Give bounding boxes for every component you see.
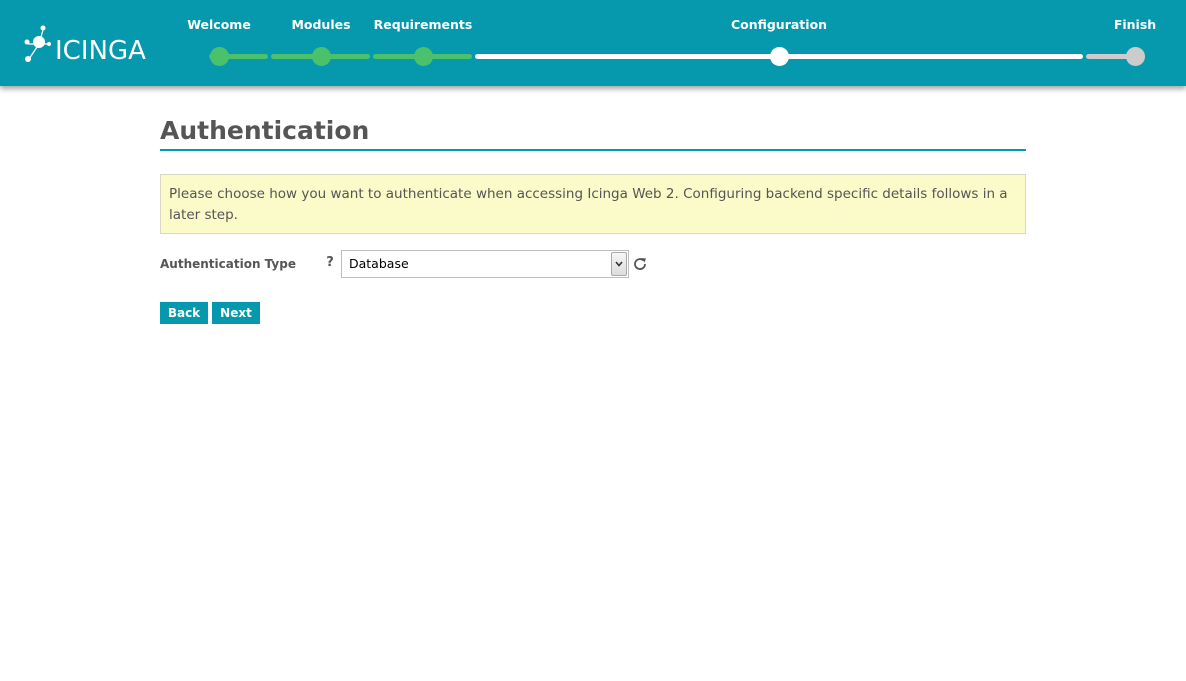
step-label-configuration: Configuration xyxy=(730,17,828,32)
help-icon[interactable]: ? xyxy=(325,255,335,271)
select-dropdown-button[interactable] xyxy=(611,252,627,276)
page-title: Authentication xyxy=(160,116,370,145)
step-dot-modules xyxy=(312,47,331,66)
auth-type-selected-value: Database xyxy=(349,256,409,271)
step-label-modules: Modules xyxy=(291,17,351,32)
logo-text: ICINGA xyxy=(55,36,146,66)
auth-type-select[interactable]: Database xyxy=(341,250,629,278)
step-dot-requirements xyxy=(414,47,433,66)
next-button[interactable]: Next xyxy=(212,302,260,324)
step-label-welcome: Welcome xyxy=(187,17,251,32)
chevron-down-icon xyxy=(615,261,623,267)
title-divider xyxy=(160,149,1026,151)
auth-type-label: Authentication Type xyxy=(160,257,296,271)
info-message: Please choose how you want to authentica… xyxy=(160,174,1026,234)
back-button[interactable]: Back xyxy=(160,302,208,324)
step-label-finish: Finish xyxy=(1113,17,1157,32)
step-label-requirements: Requirements xyxy=(373,17,473,32)
icinga-logo[interactable]: ICINGA xyxy=(22,22,146,66)
refresh-icon[interactable] xyxy=(632,256,648,272)
step-dot-configuration xyxy=(770,47,789,66)
logo-mark-icon xyxy=(24,25,51,62)
step-dot-finish xyxy=(1126,47,1145,66)
header: ICINGA Welcome Modules Requirements Conf… xyxy=(0,0,1186,86)
step-dot-welcome xyxy=(210,47,229,66)
